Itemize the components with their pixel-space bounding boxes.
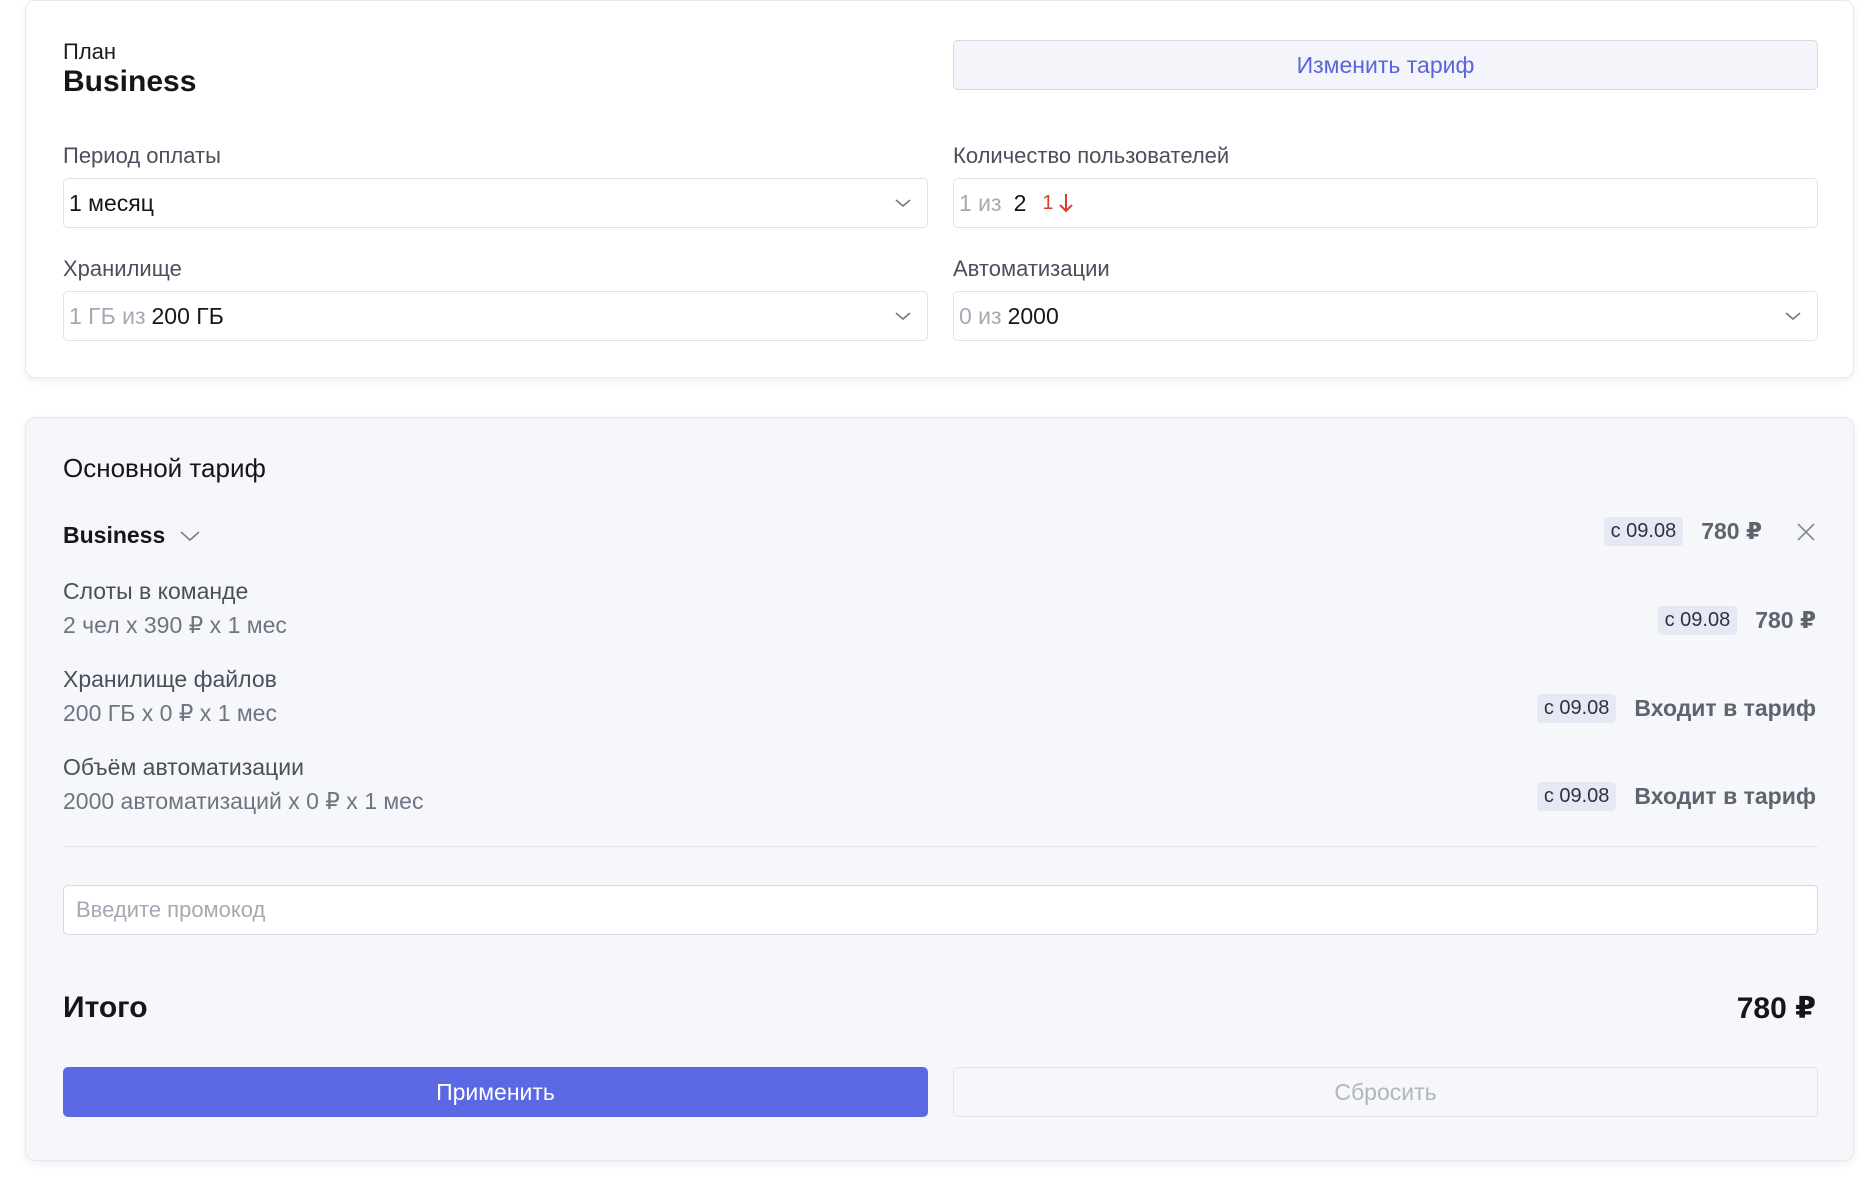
row-price: 780 ₽ [1755, 607, 1816, 633]
main-plan-price: 780 ₽ [1701, 518, 1762, 544]
chevron-down-icon [179, 529, 201, 543]
automations-select[interactable]: 0 из 2000 [953, 291, 1818, 341]
row-price: Входит в тариф [1634, 695, 1816, 721]
storage-select[interactable]: 1 ГБ из 200 ГБ [63, 291, 928, 341]
apply-button[interactable]: Применить [63, 1067, 928, 1117]
date-badge: с 09.08 [1603, 517, 1684, 546]
row-subtitle: 2000 автоматизаций х 0 ₽ х 1 мес [63, 788, 424, 814]
storage-value: 200 ГБ [151, 302, 224, 329]
plan-card: План Business Изменить тариф Период опла… [25, 0, 1854, 378]
row-price: Входит в тариф [1634, 783, 1816, 809]
users-used: 1 из [959, 189, 1002, 216]
row-right: с 09.08 Входит в тариф [1536, 694, 1816, 723]
automations-label: Автоматизации [953, 256, 1110, 281]
plan-label: План [63, 39, 117, 64]
date-badge: с 09.08 [1536, 694, 1617, 723]
tariff-card: Основной тариф Business с 09.08 780 ₽ Сл… [25, 417, 1854, 1161]
chevron-down-icon [893, 193, 913, 213]
users-field[interactable]: 1 из 2 1 [953, 178, 1818, 228]
promo-code-input[interactable] [63, 885, 1818, 935]
row-subtitle: 2 чел х 390 ₽ х 1 мес [63, 612, 287, 638]
automations-value: 2000 [1007, 302, 1059, 329]
main-plan-right: с 09.08 780 ₽ [1603, 517, 1816, 546]
automations-used: 0 из [959, 302, 1002, 329]
row-subtitle: 200 ГБ х 0 ₽ х 1 мес [63, 700, 277, 726]
close-icon[interactable] [1796, 522, 1816, 542]
date-badge: с 09.08 [1536, 782, 1617, 811]
row-right: с 09.08 780 ₽ [1657, 606, 1816, 635]
row-title: Слоты в команде [63, 578, 249, 604]
chevron-down-icon [893, 306, 913, 326]
period-value: 1 месяц [69, 189, 154, 216]
arrow-down-icon [1058, 192, 1074, 214]
users-value: 2 [1013, 189, 1027, 216]
row-title: Хранилище файлов [63, 666, 277, 692]
divider [63, 846, 1818, 847]
main-plan-name: Business [63, 522, 166, 548]
reset-button[interactable]: Сбросить [953, 1067, 1818, 1117]
period-label: Период оплаты [63, 143, 221, 168]
plan-name: Business [63, 65, 197, 98]
total-label: Итого [63, 991, 148, 1024]
change-tariff-button[interactable]: Изменить тариф [953, 40, 1818, 90]
users-delta: 1 [1042, 191, 1054, 214]
users-label: Количество пользователей [953, 143, 1230, 168]
total-value: 780 ₽ [1736, 992, 1816, 1025]
section-title: Основной тариф [63, 453, 266, 483]
row-right: с 09.08 Входит в тариф [1536, 782, 1816, 811]
row-title: Объём автоматизации [63, 754, 304, 780]
chevron-down-icon [1783, 306, 1803, 326]
main-plan-toggle[interactable]: Business [63, 522, 201, 549]
period-select[interactable]: 1 месяц [63, 178, 928, 228]
storage-used: 1 ГБ из [69, 302, 146, 329]
date-badge: с 09.08 [1657, 606, 1738, 635]
storage-label: Хранилище [63, 256, 182, 281]
